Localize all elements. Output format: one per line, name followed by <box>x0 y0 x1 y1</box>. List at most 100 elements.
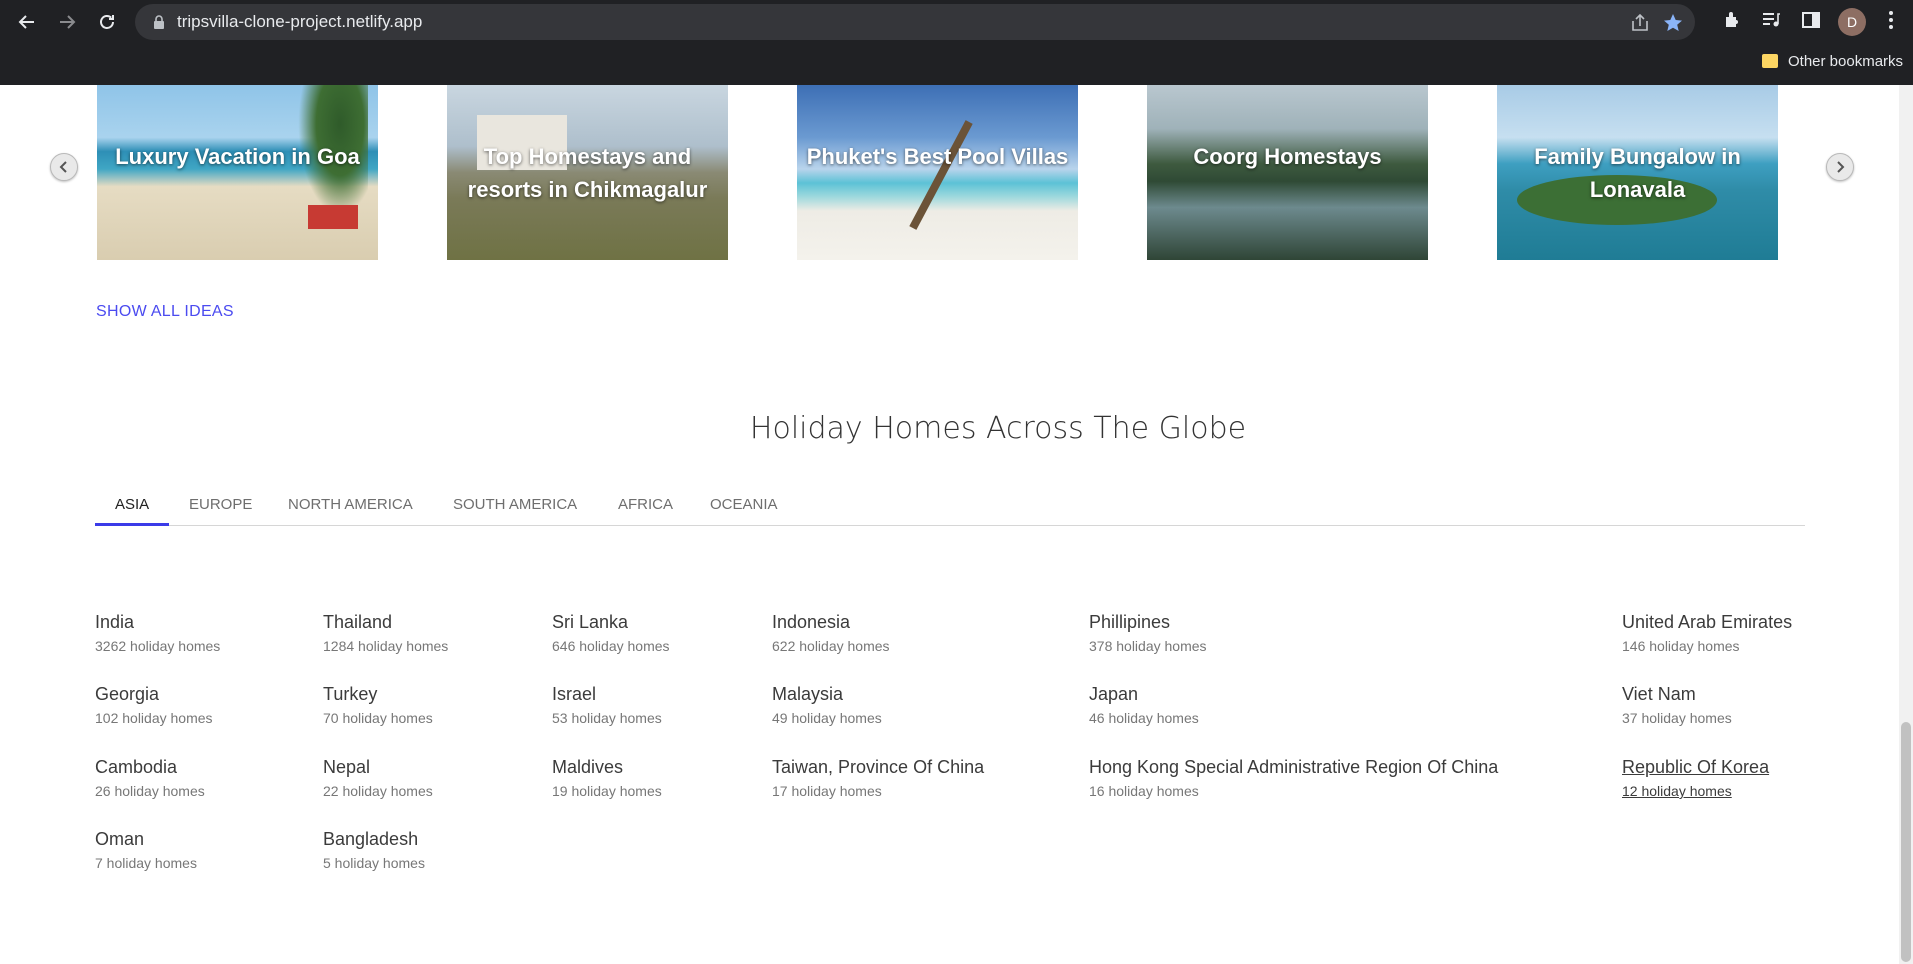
page-scrollbar[interactable] <box>1899 85 1913 964</box>
share-icon[interactable] <box>1629 12 1651 34</box>
country-item[interactable]: Malaysia 49 holiday homes <box>772 684 882 726</box>
tab-south-america[interactable]: SOUTH AMERICA <box>453 485 577 523</box>
country-count: 7 holiday homes <box>95 855 197 871</box>
show-all-ideas-link[interactable]: SHOW ALL IDEAS <box>96 303 234 321</box>
country-item[interactable]: Indonesia 622 holiday homes <box>772 612 890 654</box>
country-name: Republic Of Korea <box>1622 757 1770 777</box>
country-count: 53 holiday homes <box>552 710 662 726</box>
idea-card-coorg[interactable]: Coorg Homestays <box>1147 85 1428 260</box>
country-item[interactable]: Georgia 102 holiday homes <box>95 684 213 726</box>
country-name: Oman <box>95 829 145 849</box>
country-item[interactable]: Turkey 70 holiday homes <box>323 684 433 726</box>
forward-icon[interactable] <box>51 6 83 38</box>
country-name: Phillipines <box>1089 612 1171 632</box>
country-name: Bangladesh <box>323 829 419 849</box>
country-item[interactable]: Oman 7 holiday homes <box>95 829 197 871</box>
menu-kebab-icon[interactable] <box>1880 9 1902 31</box>
country-name: Taiwan, Province Of China <box>772 757 985 777</box>
chevron-right-icon <box>1837 161 1845 173</box>
tab-oceania[interactable]: OCEANIA <box>710 485 778 523</box>
browser-chrome: tripsvilla-clone-project.netlify.app D O… <box>0 0 1913 85</box>
country-count: 19 holiday homes <box>552 783 662 799</box>
idea-card-goa[interactable]: Luxury Vacation in Goa <box>97 85 378 260</box>
region-tabs: ASIA EUROPE NORTH AMERICA SOUTH AMERICA … <box>95 485 1805 526</box>
card-title: Phuket's Best Pool Villas <box>806 144 1069 169</box>
country-item[interactable]: Maldives 19 holiday homes <box>552 757 662 799</box>
folder-icon <box>1762 54 1778 68</box>
address-bar[interactable]: tripsvilla-clone-project.netlify.app <box>135 4 1695 40</box>
country-item[interactable]: Cambodia 26 holiday homes <box>95 757 205 799</box>
side-panel-icon[interactable] <box>1800 9 1822 31</box>
card-title: Family Bungalow in Lonavala <box>1534 144 1741 202</box>
country-name: Cambodia <box>95 757 178 777</box>
tab-asia[interactable]: ASIA <box>115 485 149 523</box>
country-item[interactable]: Nepal 22 holiday homes <box>323 757 433 799</box>
country-item[interactable]: United Arab Emirates 146 holiday homes <box>1622 612 1792 654</box>
extensions-icon[interactable] <box>1721 9 1743 31</box>
country-count: 378 holiday homes <box>1089 638 1207 654</box>
tab-africa[interactable]: AFRICA <box>618 485 673 523</box>
country-count: 12 holiday homes <box>1622 783 1732 799</box>
country-name: United Arab Emirates <box>1622 612 1793 632</box>
country-name: Maldives <box>552 757 624 777</box>
carousel-next-button[interactable] <box>1826 153 1854 181</box>
country-name: Israel <box>552 684 597 704</box>
country-name: India <box>95 612 135 632</box>
country-count: 646 holiday homes <box>552 638 670 654</box>
country-count: 17 holiday homes <box>772 783 882 799</box>
section-title: Holiday Homes Across The Globe <box>749 411 1247 446</box>
card-title: Coorg Homestays <box>1193 144 1382 169</box>
country-name: Japan <box>1089 684 1139 704</box>
page-content: Luxury Vacation in Goa Top Homestays and… <box>0 85 1913 964</box>
country-item[interactable]: Taiwan, Province Of China 17 holiday home… <box>772 757 984 799</box>
country-item[interactable]: Israel 53 holiday homes <box>552 684 662 726</box>
tab-north-america[interactable]: NORTH AMERICA <box>288 485 413 523</box>
country-name: Viet Nam <box>1622 684 1696 704</box>
hut-shape <box>308 205 358 229</box>
bookmark-star-icon[interactable] <box>1662 12 1684 34</box>
country-name: Sri Lanka <box>552 612 629 632</box>
idea-card-phuket[interactable]: Phuket's Best Pool Villas <box>797 85 1078 260</box>
idea-card-lonavala[interactable]: Family Bungalow in Lonavala <box>1497 85 1778 260</box>
country-item[interactable]: Sri Lanka 646 holiday homes <box>552 612 670 654</box>
back-icon[interactable] <box>11 6 43 38</box>
country-count: 622 holiday homes <box>772 638 890 654</box>
country-count: 46 holiday homes <box>1089 710 1199 726</box>
country-item[interactable]: Republic Of Korea 12 holiday homes <box>1622 757 1769 799</box>
country-name: Hong Kong Special Administrative Region … <box>1089 757 1499 777</box>
country-count: 16 holiday homes <box>1089 783 1199 799</box>
country-item[interactable]: Thailand 1284 holiday homes <box>323 612 448 654</box>
url-text: tripsvilla-clone-project.netlify.app <box>177 12 423 31</box>
country-name: Turkey <box>323 684 378 704</box>
chevron-left-icon <box>59 161 67 173</box>
country-count: 3262 holiday homes <box>95 638 221 654</box>
other-bookmarks[interactable]: Other bookmarks <box>1762 49 1903 73</box>
profile-avatar[interactable]: D <box>1838 8 1866 36</box>
country-count: 102 holiday homes <box>95 710 213 726</box>
country-count: 37 holiday homes <box>1622 710 1732 726</box>
country-count: 146 holiday homes <box>1622 638 1740 654</box>
country-count: 70 holiday homes <box>323 710 433 726</box>
country-name: Malaysia <box>772 684 844 704</box>
lock-icon <box>154 15 164 29</box>
country-count: 49 holiday homes <box>772 710 882 726</box>
country-item[interactable]: Phillipines 378 holiday homes <box>1089 612 1207 654</box>
active-tab-indicator <box>95 523 169 526</box>
media-queue-icon[interactable] <box>1760 9 1782 31</box>
country-count: 22 holiday homes <box>323 783 433 799</box>
reload-icon[interactable] <box>91 6 123 38</box>
tab-europe[interactable]: EUROPE <box>189 485 252 523</box>
country-name: Thailand <box>323 612 393 632</box>
idea-card-chikmagalur[interactable]: Top Homestays and resorts in Chikmagalur <box>447 85 728 260</box>
country-item[interactable]: Bangladesh 5 holiday homes <box>323 829 425 871</box>
country-count: 5 holiday homes <box>323 855 425 871</box>
country-item[interactable]: Hong Kong Special Administrative Region … <box>1089 757 1498 799</box>
country-name: Nepal <box>323 757 371 777</box>
scrollbar-thumb[interactable] <box>1901 722 1911 962</box>
carousel-prev-button[interactable] <box>50 153 78 181</box>
country-name: Georgia <box>95 684 160 704</box>
country-item[interactable]: India 3262 holiday homes <box>95 612 220 654</box>
country-item[interactable]: Japan 46 holiday homes <box>1089 684 1199 726</box>
country-item[interactable]: Viet Nam 37 holiday homes <box>1622 684 1732 726</box>
other-bookmarks-label: Other bookmarks <box>1788 52 1904 70</box>
